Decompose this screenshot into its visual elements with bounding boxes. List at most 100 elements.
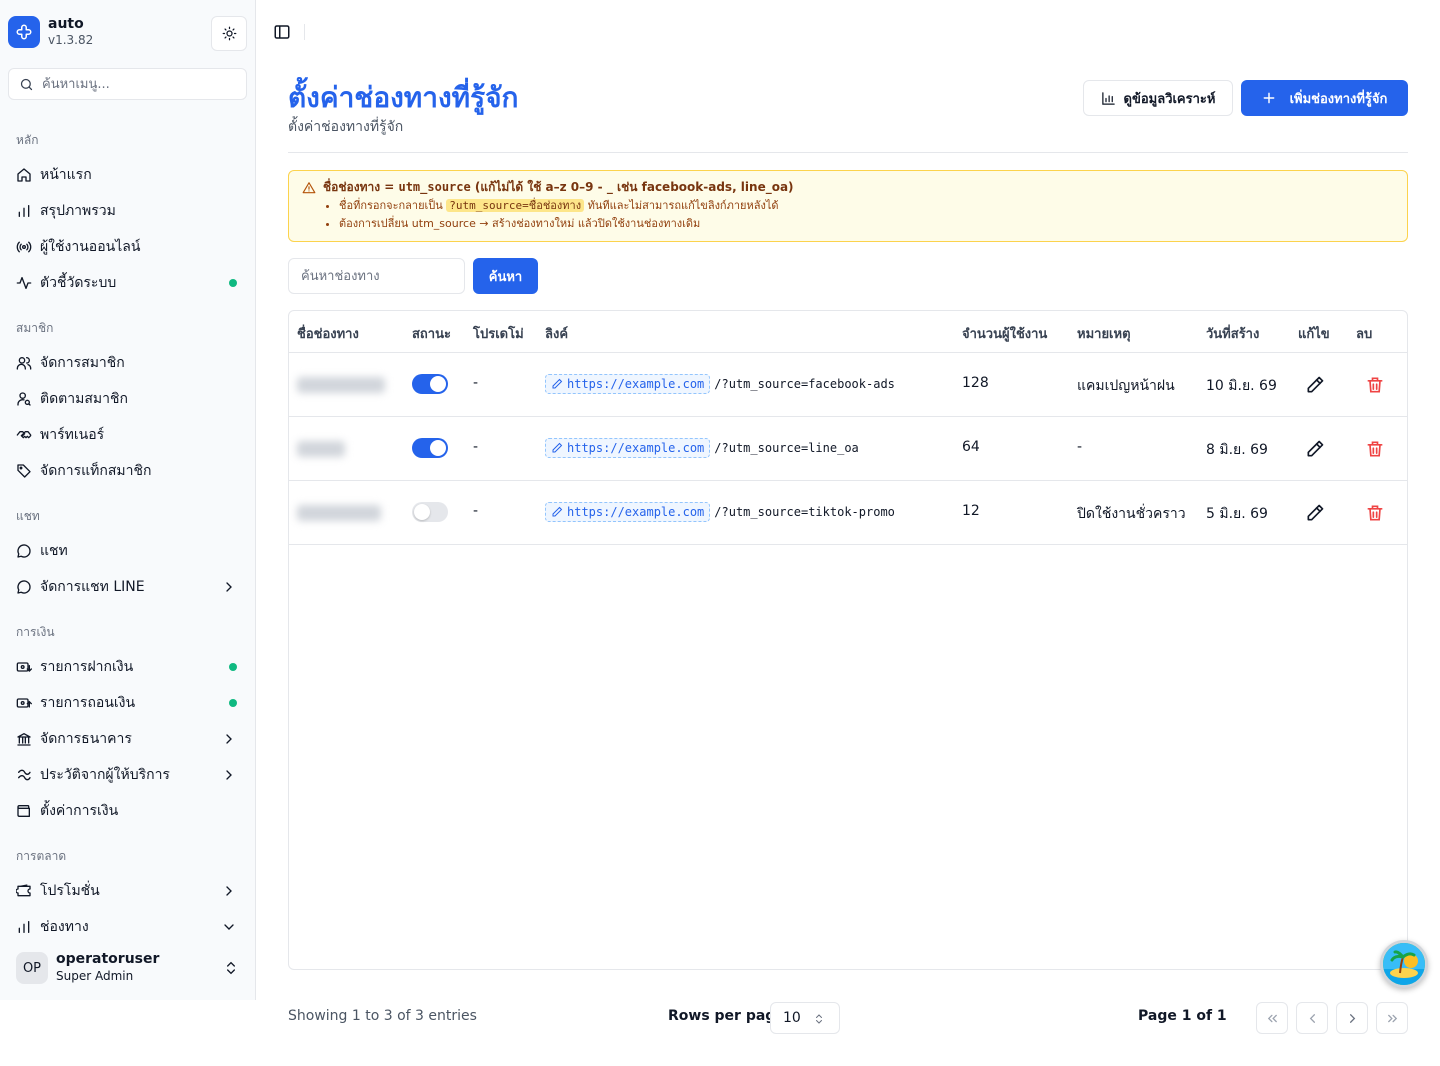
plus-icon <box>1263 92 1274 104</box>
column-header-users[interactable]: จำนวนผู้ใช้งาน <box>962 323 1047 344</box>
rows-per-page-value: 10 <box>783 1010 801 1026</box>
edit-pencil-icon[interactable] <box>1305 503 1325 523</box>
nav-item-home[interactable]: หน้าแรก <box>8 159 247 191</box>
floating-assistant-button[interactable] <box>1380 940 1428 988</box>
theme-toggle-button[interactable] <box>211 16 247 51</box>
status-dot <box>229 699 237 707</box>
column-header-note[interactable]: หมายเหตุ <box>1077 323 1131 344</box>
page-indicator: Page 1 of 1 <box>1138 1008 1227 1024</box>
nav-item-manage-members[interactable]: จัดการสมาชิก <box>8 347 247 379</box>
created-date: 8 มิ.ย. 69 <box>1206 442 1268 458</box>
nav-item-finance-settings[interactable]: ตั้งค่าการเงิน <box>8 795 247 827</box>
status-toggle[interactable] <box>412 438 448 458</box>
nav-item-line-chat[interactable]: จัดการแชท LINE <box>8 571 247 603</box>
nav-item-label: ช่องทาง <box>40 919 89 935</box>
next-page-button[interactable] <box>1336 1002 1368 1034</box>
entries-info: Showing 1 to 3 of 3 entries <box>288 1008 477 1024</box>
edit-pencil-icon[interactable] <box>1305 439 1325 459</box>
view-analytics-button[interactable]: ดูข้อมูลวิเคราะห์ <box>1083 80 1233 116</box>
base-url-link[interactable]: https://example.com <box>545 374 711 394</box>
deposit-icon <box>16 659 32 675</box>
page-subtitle: ตั้งค่าช่องทางที่รู้จัก <box>288 119 404 135</box>
nav-item-promotions[interactable]: โปรโมชั่น <box>8 875 247 907</box>
users-icon <box>16 355 32 371</box>
nav-item-banks[interactable]: จัดการธนาคาร <box>8 723 247 755</box>
edit-pencil-icon[interactable] <box>1305 375 1325 395</box>
utm-path: /?utm_source=line_oa <box>714 441 859 455</box>
search-button[interactable]: ค้นหา <box>473 258 538 294</box>
user-menu[interactable]: OP operatoruser Super Admin <box>8 944 247 992</box>
nav-item-label: ผู้ใช้งานออนไลน์ <box>40 239 141 255</box>
channel-search-input[interactable] <box>301 268 451 284</box>
home-icon <box>16 167 32 183</box>
nav-item-system-metrics[interactable]: ตัวชี้วัดระบบ <box>8 267 247 299</box>
nav-item-channels[interactable]: ช่องทาง <box>8 911 247 943</box>
info-alert: ชื่อช่องทาง = utm_source (แก้ไม่ได้ ใช้ … <box>288 170 1408 242</box>
brand[interactable]: auto v1.3.82 <box>8 16 93 48</box>
nav-item-label: สรุปภาพรวม <box>40 203 116 219</box>
header-divider <box>288 152 1408 153</box>
menu-search[interactable] <box>8 68 247 100</box>
column-header-link[interactable]: ลิงค์ <box>545 323 568 344</box>
chevron-right-icon <box>226 734 232 744</box>
delete-trash-icon[interactable] <box>1365 439 1385 459</box>
delete-trash-icon[interactable] <box>1365 375 1385 395</box>
status-dot <box>229 663 237 671</box>
nav-item-deposits[interactable]: รายการฝากเงิน <box>8 651 247 683</box>
utm-path: /?utm_source=tiktok-promo <box>714 505 895 519</box>
channel-name-redacted <box>297 441 345 457</box>
header-separator <box>304 24 305 40</box>
menu-search-input[interactable] <box>42 76 232 92</box>
group-label-finance: การเงิน <box>16 625 55 639</box>
nav-item-label: รายการถอนเงิน <box>40 695 136 711</box>
status-toggle[interactable] <box>412 502 448 522</box>
first-page-button[interactable] <box>1256 1002 1288 1034</box>
add-channel-button[interactable]: เพิ่มช่องทางที่รู้จัก <box>1241 80 1408 116</box>
handshake-icon <box>16 427 32 443</box>
note: แคมเปญหน้าฝน <box>1077 378 1175 394</box>
nav-item-online-users[interactable]: ผู้ใช้งานออนไลน์ <box>8 231 247 263</box>
base-url-link[interactable]: https://example.com <box>545 502 711 522</box>
alert-title: ชื่อช่องทาง = utm_source (แก้ไม่ได้ ใช้ … <box>323 180 794 194</box>
chat-icon <box>16 543 32 559</box>
nav-item-provider-history[interactable]: ประวัติจากผู้ให้บริการ <box>8 759 247 791</box>
base-url-link[interactable]: https://example.com <box>545 438 711 458</box>
transfer-icon <box>16 767 32 783</box>
wallet-icon <box>16 803 32 819</box>
table-row: - https://example.com /?utm_source=faceb… <box>289 353 1407 417</box>
link-cell: https://example.com /?utm_source=tiktok-… <box>545 502 895 522</box>
nav-item-member-tags[interactable]: จัดการแท็กสมาชิก <box>8 455 247 487</box>
status-toggle[interactable] <box>412 374 448 394</box>
column-header-name[interactable]: ชื่อช่องทาง <box>297 323 359 344</box>
previous-page-button[interactable] <box>1296 1002 1328 1034</box>
sidebar-toggle-button[interactable] <box>272 22 292 42</box>
nav-item-partner[interactable]: พาร์ทเนอร์ <box>8 419 247 451</box>
promo-value: - <box>473 503 479 519</box>
nav-item-track-members[interactable]: ติดตามสมาชิก <box>8 383 247 415</box>
view-analytics-label: ดูข้อมูลวิเคราะห์ <box>1123 91 1216 107</box>
chevrons-left-icon <box>1267 1014 1277 1022</box>
bar-chart-icon <box>16 203 32 219</box>
rows-per-page-select[interactable]: 10 <box>770 1002 840 1034</box>
chevron-right-icon <box>226 770 232 780</box>
nav-item-chat[interactable]: แชท <box>8 535 247 567</box>
user-count: 128 <box>962 375 989 391</box>
chevron-left-icon <box>1309 1013 1315 1023</box>
bar-chart-icon <box>1101 91 1115 105</box>
nav-item-label: ตัวชี้วัดระบบ <box>40 275 117 291</box>
nav-item-overview[interactable]: สรุปภาพรวม <box>8 195 247 227</box>
column-header-created[interactable]: วันที่สร้าง <box>1206 323 1259 344</box>
column-header-promo[interactable]: โปรเดโม่ <box>473 323 524 344</box>
last-page-button[interactable] <box>1376 1002 1408 1034</box>
alert-list: ชื่อที่กรอกจะกลายเป็น ?utm_source=ชื่อช่… <box>339 197 1395 233</box>
page-title: ตั้งค่าช่องทางที่รู้จัก <box>288 81 519 114</box>
nav-item-withdrawals[interactable]: รายการถอนเงิน <box>8 687 247 719</box>
channel-search[interactable] <box>288 258 465 294</box>
table-row: - https://example.com /?utm_source=tikto… <box>289 481 1407 545</box>
withdraw-icon <box>16 695 32 711</box>
created-date: 5 มิ.ย. 69 <box>1206 506 1268 522</box>
delete-trash-icon[interactable] <box>1365 503 1385 523</box>
pencil-icon <box>552 506 563 517</box>
tag-icon <box>16 463 32 479</box>
column-header-status[interactable]: สถานะ <box>412 323 451 344</box>
